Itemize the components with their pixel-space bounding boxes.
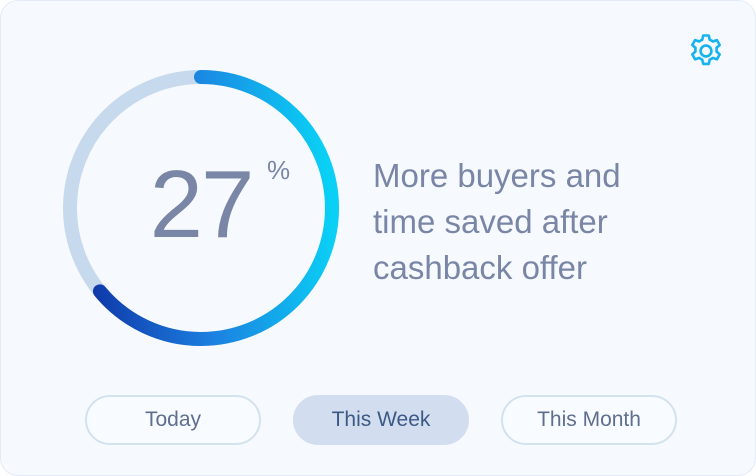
tab-this-month[interactable]: This Month	[501, 395, 677, 445]
description-line: More buyers and	[373, 157, 621, 194]
stat-unit: %	[267, 155, 291, 185]
period-tabs: Today This Week This Month	[1, 395, 756, 447]
tab-today[interactable]: Today	[85, 395, 261, 445]
stat-value: 27	[149, 151, 255, 258]
gear-icon	[691, 34, 721, 66]
description-line: time saved after	[373, 203, 608, 240]
stat-card: 27 % More buyers and time saved after ca…	[0, 0, 756, 476]
stat-description: More buyers and time saved after cashbac…	[373, 153, 693, 291]
settings-button[interactable]	[687, 32, 725, 70]
tab-this-week[interactable]: This Week	[293, 395, 469, 445]
description-line: cashback offer	[373, 249, 588, 286]
